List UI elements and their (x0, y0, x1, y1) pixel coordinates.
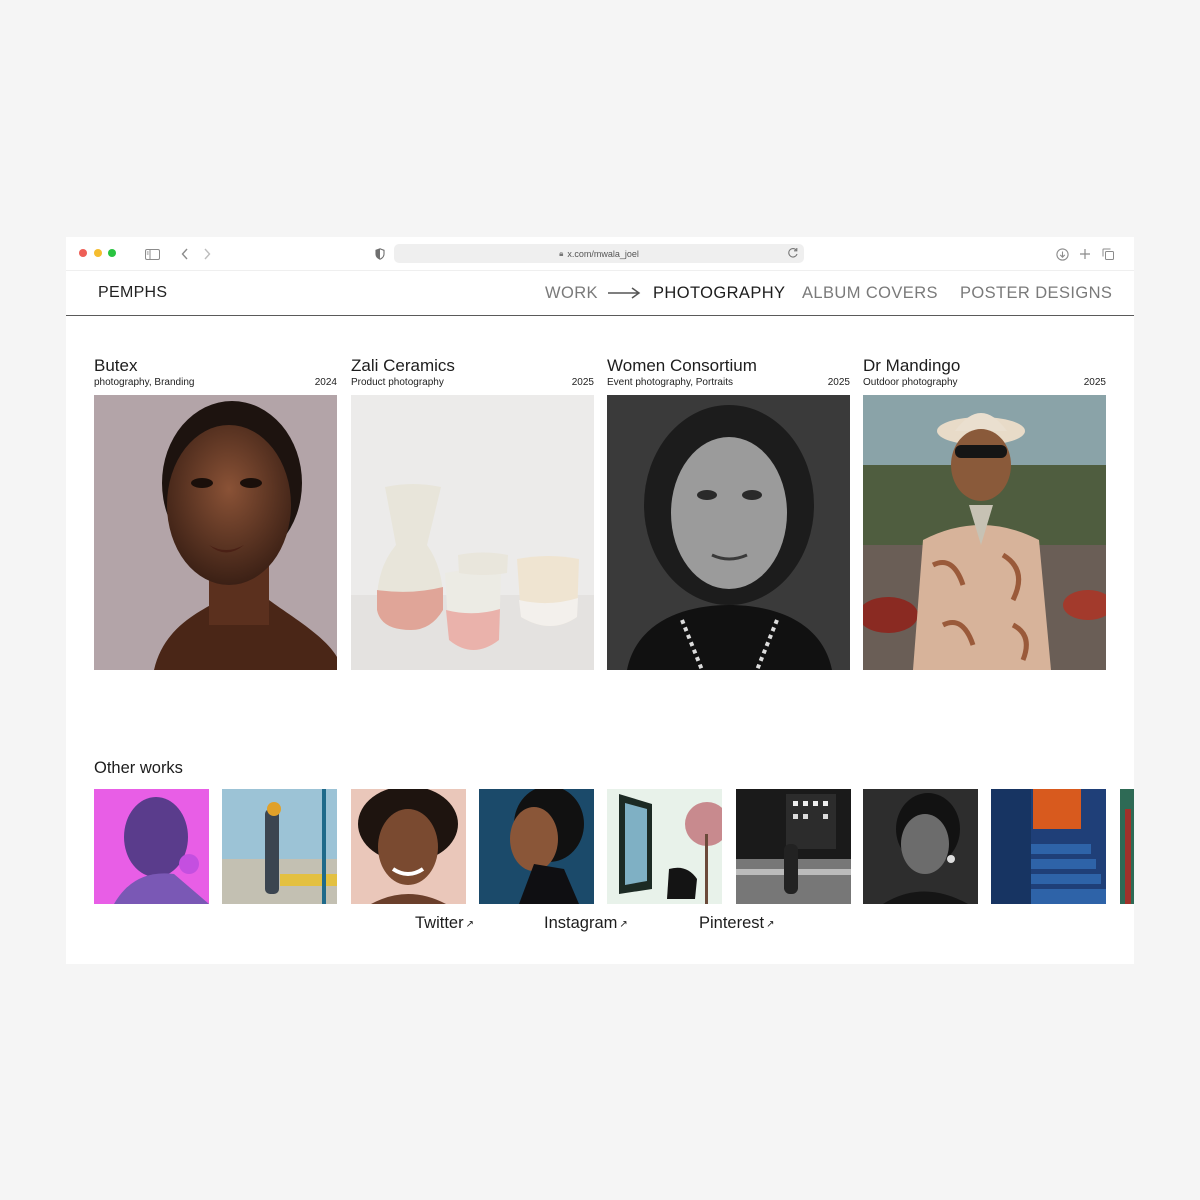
project-year: 2024 (314, 377, 337, 388)
address-bar[interactable]: 🔒︎ x.com/mwala_joel (394, 244, 804, 263)
pinterest-link[interactable]: Pinterest ↗ (699, 914, 775, 933)
project-image-bw-portrait (607, 395, 850, 670)
project-title: Dr Mandingo (863, 356, 961, 375)
external-arrow-icon: ↗ (619, 919, 628, 930)
work-thumbnail-2[interactable] (222, 789, 337, 904)
reload-icon[interactable] (786, 246, 800, 260)
project-image-portrait (94, 395, 337, 670)
project-image-outdoor (863, 395, 1106, 670)
instagram-link[interactable]: Instagram ↗ (544, 914, 628, 933)
twitter-link[interactable]: Twitter ↗ (415, 914, 474, 933)
work-thumbnail-4[interactable] (479, 789, 594, 904)
tab-overview-icon[interactable] (1099, 245, 1117, 263)
work-thumbnail-3[interactable] (351, 789, 466, 904)
project-category: Event photography, Portraits (607, 377, 733, 388)
project-card-butex[interactable]: Butex photography, Branding 2024 (94, 356, 337, 670)
work-thumbnail-1[interactable] (94, 789, 209, 904)
new-tab-icon[interactable] (1076, 245, 1094, 263)
project-card-zali-ceramics[interactable]: Zali Ceramics Product photography 2025 (351, 356, 594, 670)
nav-work[interactable]: WORK (545, 284, 598, 303)
site-header: PEMPHS WORK PHOTOGRAPHY ALBUM COVERS POS… (66, 271, 1134, 316)
work-thumbnail-7[interactable] (863, 789, 978, 904)
nav-album-covers[interactable]: ALBUM COVERS (802, 284, 938, 303)
project-image-ceramics (351, 395, 594, 670)
close-window-button[interactable] (79, 249, 87, 257)
site-logo[interactable]: PEMPHS (98, 284, 167, 302)
project-card-dr-mandingo[interactable]: Dr Mandingo Outdoor photography 2025 (863, 356, 1106, 670)
work-thumbnail-5[interactable] (607, 789, 722, 904)
browser-window: 🔒︎ x.com/mwala_joel PEMPHS WORK PHOTOGRA… (66, 237, 1134, 964)
download-icon[interactable] (1053, 245, 1071, 263)
pinterest-label: Pinterest (699, 914, 765, 932)
project-category: Outdoor photography (863, 377, 958, 388)
nav-photography[interactable]: PHOTOGRAPHY (653, 284, 785, 303)
other-works-heading: Other works (94, 759, 183, 777)
arrow-right-icon (607, 285, 641, 301)
browser-toolbar: 🔒︎ x.com/mwala_joel (66, 237, 1134, 271)
project-title: Zali Ceramics (351, 356, 455, 375)
project-year: 2025 (827, 377, 850, 388)
external-arrow-icon: ↗ (465, 919, 474, 930)
project-category: photography, Branding (94, 377, 195, 388)
instagram-label: Instagram (544, 914, 618, 932)
forward-icon[interactable] (198, 245, 216, 263)
sidebar-toggle-icon[interactable] (143, 245, 161, 263)
twitter-label: Twitter (415, 914, 464, 932)
project-category: Product photography (351, 377, 444, 388)
project-year: 2025 (1083, 377, 1106, 388)
back-icon[interactable] (176, 245, 194, 263)
project-card-women-consortium[interactable]: Women Consortium Event photography, Port… (607, 356, 850, 670)
privacy-shield-icon[interactable] (371, 245, 389, 263)
lock-icon: 🔒︎ (559, 248, 564, 258)
nav-poster-designs[interactable]: POSTER DESIGNS (960, 284, 1112, 303)
maximize-window-button[interactable] (108, 249, 116, 257)
minimize-window-button[interactable] (94, 249, 102, 257)
url-text: x.com/mwala_joel (567, 248, 639, 259)
work-thumbnail-6[interactable] (736, 789, 851, 904)
project-title: Butex (94, 356, 138, 375)
project-year: 2025 (571, 377, 594, 388)
external-arrow-icon: ↗ (766, 919, 775, 930)
project-title: Women Consortium (607, 356, 757, 375)
work-thumbnail-partial-right[interactable] (1120, 789, 1134, 904)
work-thumbnail-8[interactable] (991, 789, 1106, 904)
